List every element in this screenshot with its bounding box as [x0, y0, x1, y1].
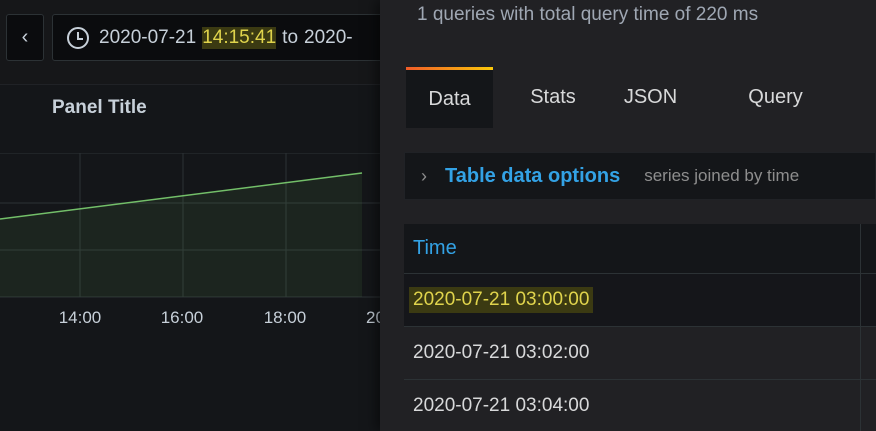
inspect-tabs: Data Stats JSON Query — [406, 67, 863, 128]
tab-json[interactable]: JSON — [613, 67, 688, 128]
time-separator: to — [282, 26, 299, 48]
time-from-time: 14:15:41 — [202, 26, 277, 49]
column-divider — [860, 224, 861, 273]
table-cell-time: 2020-07-21 03:04:00 — [413, 395, 590, 416]
dashboard-area: ‹ 2020-07-21 14:15:41 to 2020- Panel Tit… — [0, 0, 380, 431]
table-cell-time: 2020-07-21 03:00:00 — [409, 287, 594, 313]
time-from-date: 2020-07-21 — [99, 26, 197, 48]
chevron-right-icon: › — [421, 165, 427, 186]
series-area — [0, 173, 362, 297]
chevron-left-icon: ‹ — [21, 26, 29, 48]
tab-query[interactable]: Query — [688, 67, 863, 128]
query-info-text: 1 queries with total query time of 220 m… — [417, 4, 759, 25]
options-title: Table data options — [445, 164, 621, 187]
time-back-button[interactable]: ‹ — [6, 14, 44, 61]
table-row: 2020-07-21 03:04:00 — [404, 380, 876, 431]
table-row: 2020-07-21 03:02:00 — [404, 327, 876, 380]
graph-canvas[interactable]: 14:00 16:00 18:00 20 — [0, 153, 380, 353]
tab-data[interactable]: Data — [406, 67, 493, 128]
column-divider — [860, 327, 861, 379]
time-to-date: 2020- — [304, 26, 353, 48]
data-table: Time 2020-07-21 03:00:00 2020-07-21 03:0… — [404, 224, 876, 431]
time-range-picker[interactable]: 2020-07-21 14:15:41 to 2020- — [52, 14, 380, 61]
table-cell-time: 2020-07-21 03:02:00 — [413, 342, 590, 363]
x-tick-label: 20 — [366, 308, 380, 327]
table-data-options[interactable]: › Table data options series joined by ti… — [404, 152, 876, 200]
column-divider — [860, 274, 861, 326]
column-header-time[interactable]: Time — [404, 224, 876, 274]
panel-title[interactable]: Panel Title — [52, 97, 147, 119]
column-header-label: Time — [413, 237, 457, 259]
x-tick-label: 16:00 — [161, 308, 204, 327]
graph-panel: Panel Title 14:00 16:00 18:00 20 — [0, 84, 380, 431]
table-row: 2020-07-21 03:00:00 — [404, 274, 876, 327]
x-tick-label: 14:00 — [59, 308, 102, 327]
column-divider — [860, 380, 861, 431]
options-description: series joined by time — [644, 166, 800, 185]
inspect-drawer: 1 queries with total query time of 220 m… — [380, 0, 876, 431]
x-tick-label: 18:00 — [264, 308, 307, 327]
tab-stats[interactable]: Stats — [493, 67, 613, 128]
clock-icon — [67, 26, 89, 49]
